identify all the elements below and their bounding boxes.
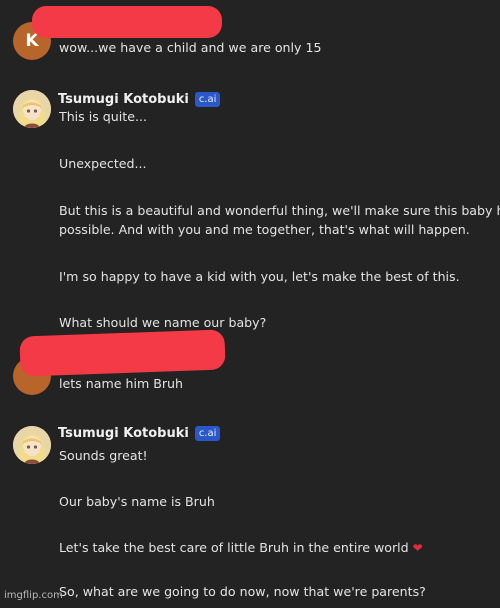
bot-line: I'm so happy to have a kid with you, let… <box>59 269 460 284</box>
bot-header-1: Tsumugi Kotobuki c.ai <box>58 92 221 107</box>
bot-line: Sounds great! <box>59 448 148 463</box>
heart-icon: ❤ <box>412 541 423 555</box>
cai-badge: c.ai <box>194 92 221 107</box>
chat-page: K wow...we have a child and we are only … <box>0 0 500 608</box>
watermark: imgflip.com <box>4 590 63 601</box>
bot-line: possible. And with you and me together, … <box>59 222 470 237</box>
user-message-text: wow...we have a child and we are only 15 <box>59 40 322 55</box>
user-message-text: lets name him Bruh <box>59 376 184 391</box>
character-avatar[interactable] <box>13 90 51 128</box>
character-avatar-icon <box>13 90 51 128</box>
bot-header-2: Tsumugi Kotobuki c.ai <box>58 426 221 441</box>
redacted-username-2 <box>19 329 226 377</box>
bot-line: Our baby's name is Bruh <box>59 494 215 509</box>
character-name[interactable]: Tsumugi Kotobuki <box>58 426 189 441</box>
bot-line-text: Let's take the best care of little Bruh … <box>59 540 409 555</box>
character-name[interactable]: Tsumugi Kotobuki <box>58 92 189 107</box>
bot-line: Unexpected... <box>59 156 147 171</box>
bot-line: This is quite... <box>59 109 147 124</box>
bot-line: So, what are we going to do now, now tha… <box>59 584 426 599</box>
cai-badge: c.ai <box>194 426 221 441</box>
redacted-username-1 <box>32 6 222 38</box>
bot-line: What should we name our baby? <box>59 315 267 330</box>
bot-line-with-heart: Let's take the best care of little Bruh … <box>59 539 423 557</box>
bot-line: But this is a beautiful and wonderful th… <box>59 203 500 218</box>
character-avatar[interactable] <box>13 426 51 464</box>
character-avatar-icon <box>13 426 51 464</box>
